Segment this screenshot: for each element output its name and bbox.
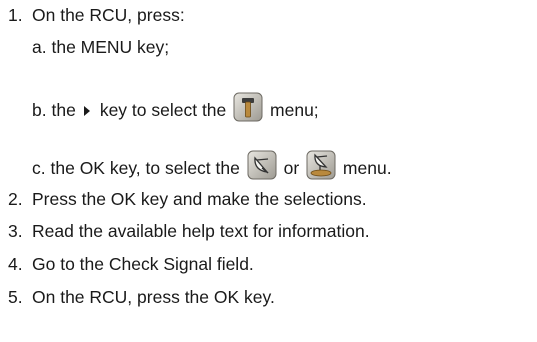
satellite-dish-icon bbox=[247, 150, 277, 180]
step-1: 1. On the RCU, press: bbox=[8, 4, 185, 26]
step-5: 5. On the RCU, press the OK key. bbox=[8, 286, 275, 308]
substep-c: c. the OK key, to select the or menu. bbox=[32, 150, 392, 180]
substep-text-before: the bbox=[51, 100, 76, 120]
step-number: 1. bbox=[8, 5, 23, 25]
step-number: 3. bbox=[8, 221, 23, 241]
substep-letter: a. bbox=[32, 37, 47, 57]
step-text: Press the OK key and make the selections… bbox=[32, 189, 367, 209]
step-number: 2. bbox=[8, 189, 23, 209]
step-2: 2. Press the OK key and make the selectio… bbox=[8, 188, 367, 210]
substep-text-middle: key to select the bbox=[99, 100, 227, 120]
step-text: Go to the Check Signal field. bbox=[32, 254, 254, 274]
substep-text-or: or bbox=[283, 158, 300, 178]
substep-b: b. the key to select the menu; bbox=[32, 92, 319, 122]
step-text: On the RCU, press the OK key. bbox=[32, 287, 275, 307]
step-number: 5. bbox=[8, 287, 23, 307]
hammer-settings-icon bbox=[233, 92, 263, 122]
right-triangle-icon bbox=[83, 105, 90, 116]
substep-text-after: menu; bbox=[270, 100, 319, 120]
step-text: On the RCU, press: bbox=[32, 5, 185, 25]
step-number: 4. bbox=[8, 254, 23, 274]
substep-text-after: menu. bbox=[342, 158, 392, 178]
substep-letter: b. bbox=[32, 100, 47, 120]
substep-a: a. the MENU key; bbox=[32, 36, 169, 58]
step-3: 3. Read the available help text for infor… bbox=[8, 220, 370, 242]
satellite-dish-stand-icon bbox=[306, 150, 336, 180]
step-text: Read the available help text for informa… bbox=[32, 221, 370, 241]
substep-text-before: the OK key, to select the bbox=[50, 158, 240, 178]
step-4: 4. Go to the Check Signal field. bbox=[8, 253, 254, 275]
substep-letter: c. bbox=[32, 158, 46, 178]
substep-text: the MENU key; bbox=[51, 37, 170, 57]
